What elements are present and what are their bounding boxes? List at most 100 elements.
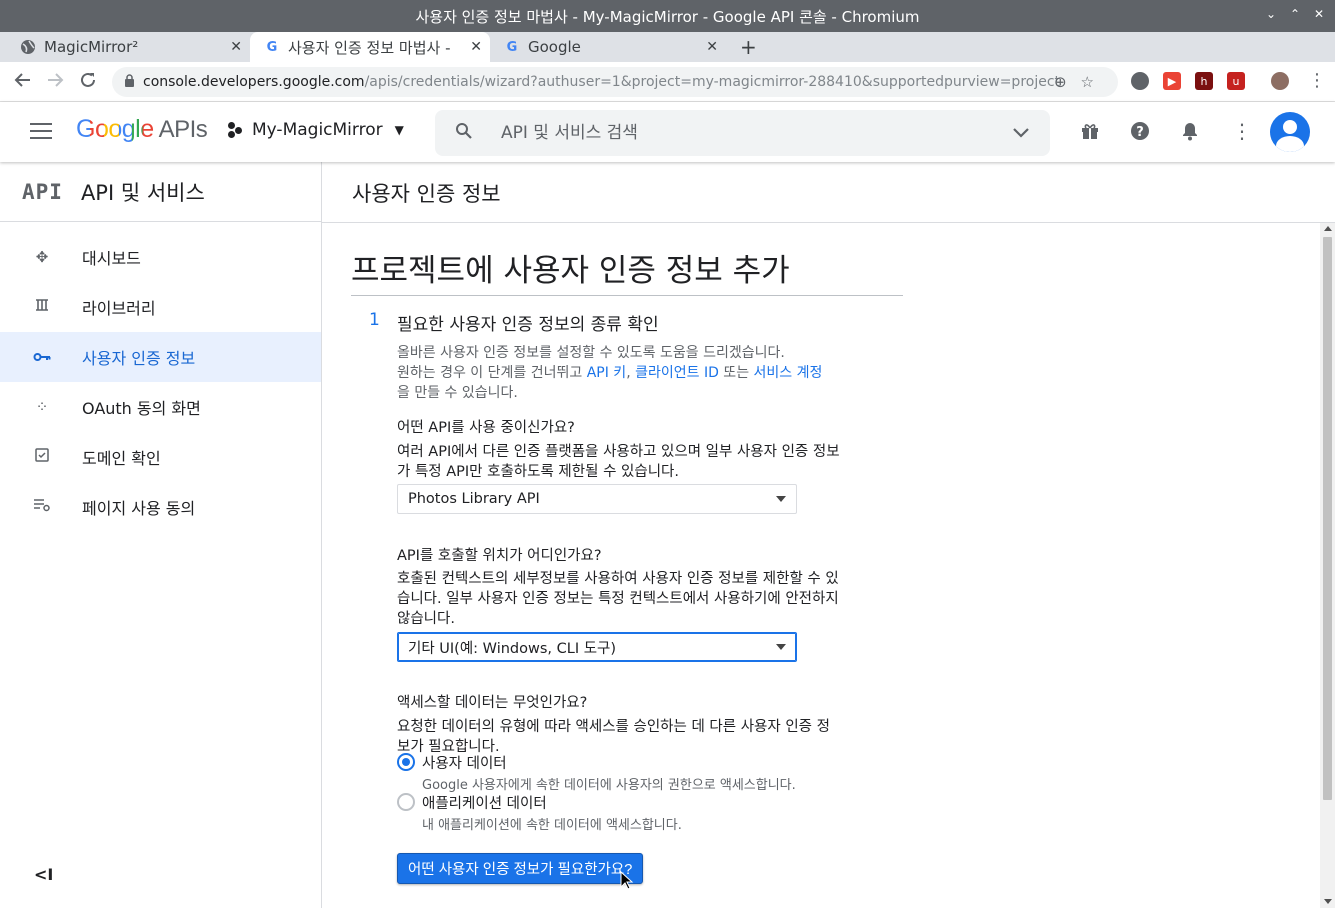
tab-credentials-wizard[interactable]: G 사용자 인증 정보 마법사 - ✕ (250, 32, 490, 62)
url-host: console.developers.google.com (143, 74, 365, 90)
mouse-cursor-icon (620, 871, 634, 890)
extension-icon[interactable] (1131, 72, 1149, 90)
dropdown-arrow-icon (776, 496, 786, 502)
question-data-access-description: 요청한 데이터의 유형에 따라 액세스를 승인하는 데 다른 사용자 인증 정 … (397, 717, 862, 757)
dashboard-icon: ✥ (35, 248, 49, 266)
sidebar-item-dashboard[interactable]: ✥ 대시보드 (0, 232, 321, 282)
extension-icon[interactable]: ▶ (1163, 72, 1181, 90)
scroll-up-icon[interactable] (1324, 226, 1332, 231)
api-key-link[interactable]: API 키 (587, 365, 626, 381)
lock-icon (124, 74, 135, 90)
gift-icon[interactable] (1080, 121, 1100, 146)
service-account-link[interactable]: 서비스 계정 (754, 365, 823, 381)
user-data-label[interactable]: 사용자 데이터 (422, 752, 507, 773)
browser-toolbar: console.developers.google.com/apis/crede… (0, 62, 1335, 102)
which-credentials-button[interactable]: 어떤 사용자 인증 정보가 필요한가요? (397, 853, 644, 884)
hamburger-menu-icon[interactable] (30, 123, 52, 144)
chevron-down-icon[interactable] (1012, 124, 1030, 143)
account-avatar[interactable] (1270, 112, 1310, 152)
profile-avatar-icon[interactable] (1271, 72, 1289, 90)
extension-icon[interactable]: h (1195, 72, 1213, 90)
tab-title: Google (528, 38, 581, 56)
domain-check-icon (32, 448, 52, 466)
tab-title: 사용자 인증 정보 마법사 - (288, 38, 451, 57)
notifications-icon[interactable] (1180, 121, 1200, 146)
application-data-radio[interactable] (397, 793, 415, 811)
vertical-scrollbar[interactable] (1320, 223, 1335, 908)
application-data-label[interactable]: 애플리케이션 데이터 (422, 792, 547, 813)
client-id-link[interactable]: 클라이언트 ID (635, 365, 719, 381)
address-bar[interactable]: console.developers.google.com/apis/crede… (112, 67, 1118, 97)
divider (351, 295, 903, 296)
intro-line: 원하는 경우 이 단계를 건너뛰고 API 키, 클라이언트 ID 또는 서비스… (397, 363, 857, 383)
more-options-icon[interactable]: ⋮ (1232, 119, 1252, 143)
close-window-icon[interactable]: ✕ (1314, 7, 1324, 21)
sidebar-title: API 및 서비스 (80, 180, 205, 205)
new-tab-button[interactable]: + (740, 35, 757, 59)
search-input[interactable] (501, 123, 981, 143)
intro-line: 을 만들 수 있습니다. (397, 385, 518, 401)
description-line: 가 특정 API만 호출하도록 제한될 수 있습니다. (397, 464, 679, 480)
apis-wordmark: APIs (158, 116, 208, 143)
close-tab-icon[interactable]: ✕ (230, 39, 242, 55)
collapse-sidebar-icon[interactable]: <I (34, 865, 53, 884)
help-icon[interactable]: ? (1130, 121, 1150, 146)
zoom-icon[interactable]: ⊕ (1054, 73, 1081, 91)
question-api: 어떤 API를 사용 중이신가요? (397, 420, 575, 436)
reload-icon[interactable] (79, 71, 97, 94)
bookmark-star-icon[interactable]: ☆ (1081, 73, 1108, 91)
forward-icon[interactable] (46, 71, 64, 94)
sidebar-item-domain-verification[interactable]: 도메인 확인 (0, 432, 321, 482)
dropdown-arrow-icon (776, 644, 786, 650)
api-select[interactable]: Photos Library API (397, 484, 797, 514)
maximize-icon[interactable]: ⌃ (1290, 7, 1300, 21)
calling-from-select[interactable]: 기타 UI(예: Windows, CLI 도구) (397, 632, 797, 662)
scrollbar-thumb[interactable] (1323, 237, 1332, 800)
console-header: GoogleAPIs My-MagicMirror ▼ ? ⋮ (0, 102, 1335, 162)
sidebar-item-label: 대시보드 (82, 249, 141, 268)
window-titlebar: 사용자 인증 정보 마법사 - My-MagicMirror - Google … (0, 0, 1335, 32)
minimize-icon[interactable]: ⌄ (1266, 7, 1276, 21)
oauth-consent-icon: ⁘ (35, 398, 49, 416)
omnibox-actions: ⊕☆ (1054, 73, 1108, 91)
sidebar-item-credentials[interactable]: 사용자 인증 정보 (0, 332, 321, 382)
search-icon[interactable] (455, 122, 473, 145)
sidebar: API API 및 서비스 ✥ 대시보드 라이브러리 사용자 인증 정보 ⁘ O… (0, 162, 322, 908)
tab-title: MagicMirror² (44, 38, 139, 56)
ublock-icon[interactable]: u (1227, 72, 1245, 90)
project-dots-icon (228, 122, 244, 138)
sidebar-item-oauth-consent[interactable]: ⁘ OAuth 동의 화면 (0, 382, 321, 432)
tab-strip: MagicMirror² ✕ G 사용자 인증 정보 마법사 - ✕ G Goo… (0, 32, 1335, 62)
project-selector[interactable]: My-MagicMirror ▼ (228, 120, 404, 140)
close-tab-icon[interactable]: ✕ (706, 39, 718, 55)
search-box (435, 110, 1050, 156)
sidebar-item-label: 페이지 사용 동의 (82, 499, 196, 518)
intro-text-part: 또는 (718, 365, 754, 381)
user-data-radio[interactable] (397, 753, 415, 771)
scroll-down-icon[interactable] (1324, 899, 1332, 904)
calling-from-select-value: 기타 UI(예: Windows, CLI 도구) (408, 640, 617, 657)
sidebar-item-page-usage[interactable]: 페이지 사용 동의 (0, 482, 321, 532)
sidebar-item-library[interactable]: 라이브러리 (0, 282, 321, 332)
browser-menu-icon[interactable]: ⋮ (1308, 70, 1326, 91)
main-header: 사용자 인증 정보 (322, 162, 1335, 223)
description-line: 습니다. 일부 사용자 인증 정보는 특정 컨텍스트에서 사용하기에 안전하지 (397, 591, 839, 607)
close-tab-icon[interactable]: ✕ (470, 39, 482, 55)
tab-magicmirror[interactable]: MagicMirror² ✕ (6, 32, 250, 62)
globe-icon (20, 39, 36, 55)
key-icon (32, 348, 52, 366)
question-calling-from: API를 호출할 위치가 어디인가요? (397, 548, 602, 564)
intro-text: 올바른 사용자 인증 정보를 설정할 수 있도록 도움을 드리겠습니다. 원하는… (397, 343, 857, 403)
step-number: 1 (369, 310, 380, 330)
back-icon[interactable] (14, 71, 32, 94)
user-data-description: Google 사용자에게 속한 데이터에 사용자의 권한으로 액세스합니다. (422, 778, 796, 793)
tab-google[interactable]: G Google ✕ (490, 32, 726, 62)
google-g-icon: G (266, 39, 278, 55)
svg-text:?: ? (1136, 125, 1144, 140)
page-usage-icon (32, 498, 52, 516)
google-g-icon: G (506, 39, 518, 55)
google-apis-logo[interactable]: Google APIs (76, 115, 208, 144)
intro-line: 올바른 사용자 인증 정보를 설정할 수 있도록 도움을 드리겠습니다. (397, 345, 785, 361)
question-api-description: 여러 API에서 다른 인증 플랫폼을 사용하고 있으며 일부 사용자 인증 정… (397, 442, 862, 482)
sidebar-item-label: 사용자 인증 정보 (82, 349, 196, 368)
